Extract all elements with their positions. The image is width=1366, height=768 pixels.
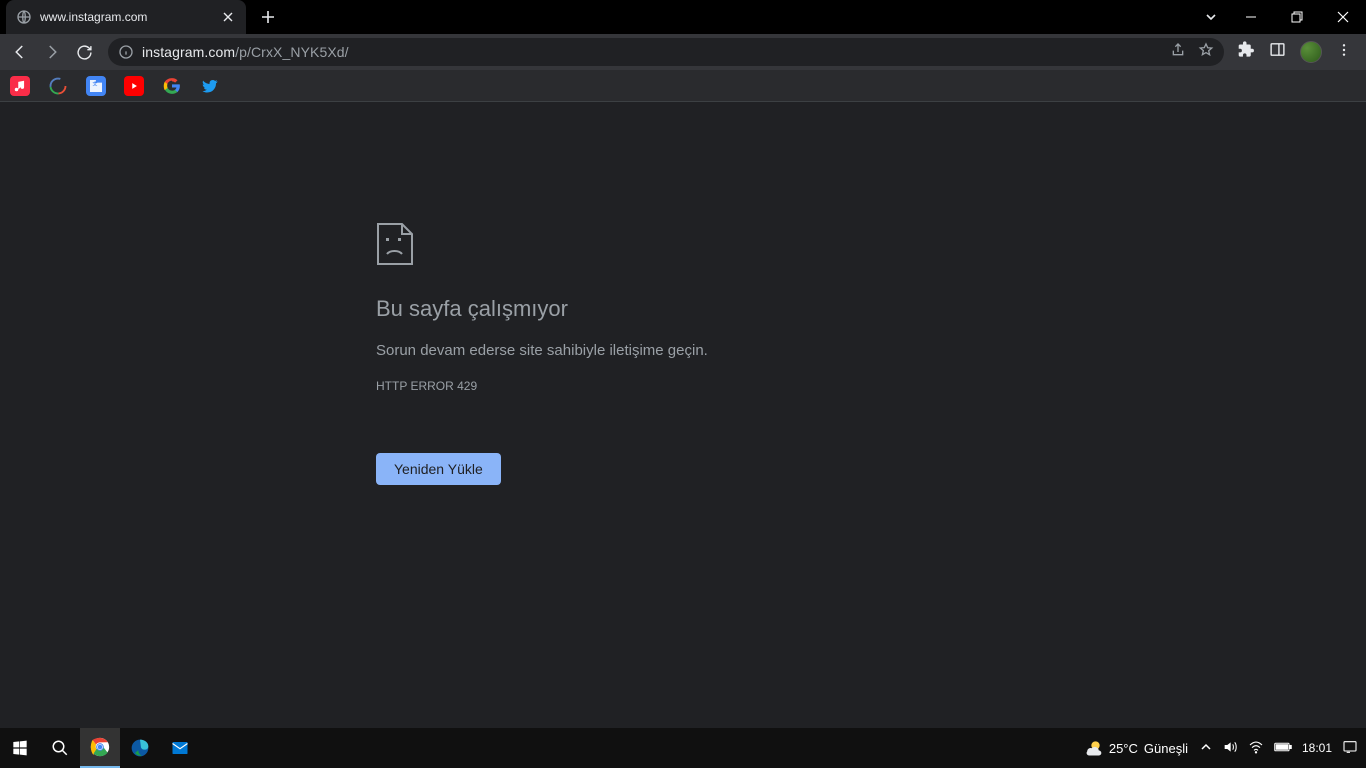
weather-sun-icon [1083, 738, 1103, 758]
bookmark-google-g[interactable] [48, 76, 68, 96]
weather-widget[interactable]: 25°C Güneşli [1083, 738, 1188, 758]
globe-icon [16, 9, 32, 25]
bookmarks-bar: 文 [0, 70, 1366, 102]
tab-title: www.instagram.com [40, 10, 212, 24]
minimize-button[interactable] [1228, 0, 1274, 34]
weather-desc: Güneşli [1144, 741, 1188, 756]
weather-temp: 25°C [1109, 741, 1138, 756]
forward-button[interactable] [38, 38, 66, 66]
menu-icon[interactable] [1336, 42, 1352, 63]
error-message: Sorun devam ederse site sahibiyle iletiş… [376, 340, 996, 361]
taskbar: 25°C Güneşli 18:01 [0, 728, 1366, 768]
url-path: /p/CrxX_NYK5Xd/ [235, 44, 349, 60]
tab-search-chevron-icon[interactable] [1194, 0, 1228, 34]
url-host: instagram.com [142, 44, 235, 60]
clock[interactable]: 18:01 [1302, 741, 1332, 755]
reload-page-button[interactable]: Yeniden Yükle [376, 453, 501, 485]
browser-tab[interactable]: www.instagram.com [6, 0, 246, 34]
volume-icon[interactable] [1222, 739, 1238, 758]
titlebar: www.instagram.com [0, 0, 1366, 34]
taskbar-edge[interactable] [120, 728, 160, 768]
bookmark-google[interactable] [162, 76, 182, 96]
site-info-icon[interactable] [118, 44, 134, 60]
page-content: Bu sayfa çalışmıyor Sorun devam ederse s… [0, 102, 1366, 728]
bookmark-youtube[interactable] [124, 76, 144, 96]
side-panel-icon[interactable] [1269, 41, 1286, 63]
error-title: Bu sayfa çalışmıyor [376, 296, 996, 322]
bookmark-translate[interactable]: 文 [86, 76, 106, 96]
bookmark-twitter[interactable] [200, 76, 220, 96]
wifi-icon[interactable] [1248, 739, 1264, 758]
back-button[interactable] [6, 38, 34, 66]
profile-avatar[interactable] [1300, 41, 1322, 63]
taskbar-chrome[interactable] [80, 728, 120, 768]
window-controls [1194, 0, 1366, 34]
new-tab-button[interactable] [254, 3, 282, 31]
error-code: HTTP ERROR 429 [376, 379, 996, 393]
close-tab-icon[interactable] [220, 9, 236, 25]
toolbar: instagram.com/p/CrxX_NYK5Xd/ [0, 34, 1366, 70]
extensions-icon[interactable] [1238, 41, 1255, 63]
url-text: instagram.com/p/CrxX_NYK5Xd/ [142, 44, 349, 60]
svg-text:文: 文 [93, 80, 98, 87]
close-window-button[interactable] [1320, 0, 1366, 34]
notifications-icon[interactable] [1342, 739, 1358, 758]
address-bar[interactable]: instagram.com/p/CrxX_NYK5Xd/ [108, 38, 1224, 66]
maximize-button[interactable] [1274, 0, 1320, 34]
bookmark-apple-music[interactable] [10, 76, 30, 96]
error-container: Bu sayfa çalışmıyor Sorun devam ederse s… [376, 222, 996, 485]
search-button[interactable] [40, 728, 80, 768]
battery-icon[interactable] [1274, 741, 1292, 756]
share-icon[interactable] [1170, 42, 1186, 63]
bookmark-star-icon[interactable] [1198, 42, 1214, 63]
start-button[interactable] [0, 728, 40, 768]
taskbar-mail[interactable] [160, 728, 200, 768]
sad-page-icon [376, 222, 416, 266]
reload-button[interactable] [70, 38, 98, 66]
system-tray: 18:01 [1200, 739, 1358, 758]
tray-chevron-icon[interactable] [1200, 741, 1212, 756]
